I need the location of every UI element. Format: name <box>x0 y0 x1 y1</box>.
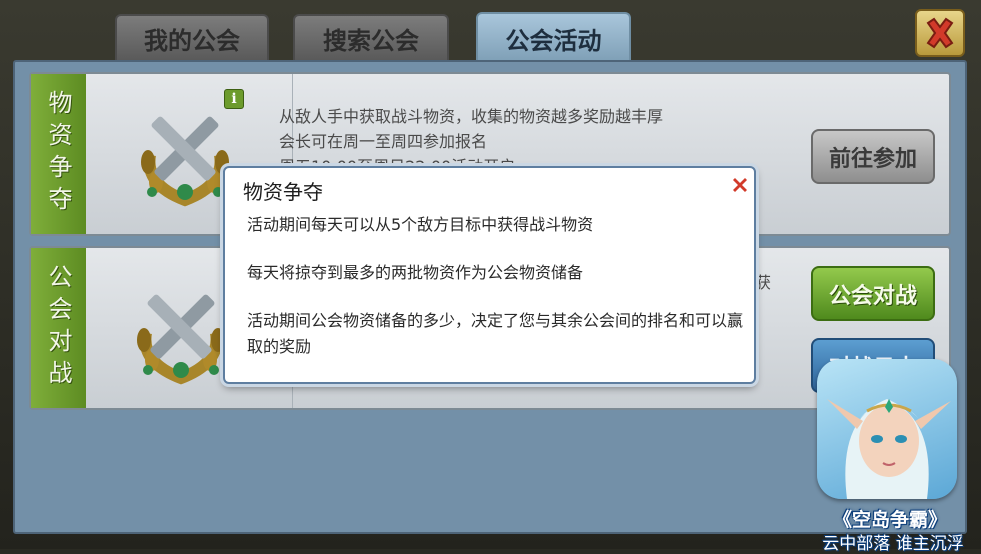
crossed-swords-laurel-icon <box>137 294 225 385</box>
activity-name: 公会对战 <box>44 264 72 392</box>
guild-window: 我的公会 搜索公会 公会活动 物资争夺 从敌人手中获取战斗物资，收集的物资越多奖… <box>0 0 981 554</box>
popup-paragraph: 活动期间每天可以从5个敌方目标中获得战斗物资 <box>247 215 594 234</box>
tab-guild-activities[interactable]: 公会活动 <box>476 12 631 62</box>
popup-title: 物资争夺 <box>243 180 323 204</box>
guild-battle-button[interactable]: 公会对战 <box>811 266 935 321</box>
elf-character-icon <box>817 359 957 499</box>
tab-my-guild[interactable]: 我的公会 <box>115 14 269 60</box>
promo-subtitle: 云中部落 谁主沉浮 <box>822 534 964 554</box>
card-side-label: 物资争夺 <box>31 74 86 234</box>
info-icon[interactable]: i <box>224 89 244 109</box>
activity-info-popup: 物资争夺 活动期间每天可以从5个敌方目标中获得战斗物资 每天将掠夺到最多的两批物… <box>223 166 756 384</box>
game-promo: 《空岛争霸》 云中部落 谁主沉浮 <box>805 355 981 554</box>
activity-name: 物资争夺 <box>44 90 72 218</box>
promo-title: 《空岛争霸》 <box>832 509 947 531</box>
popup-paragraph: 活动期间公会物资储备的多少，决定了您与其余公会间的排名和可以赢取的奖励 <box>247 311 744 356</box>
description-line: 会长可在周一至周四参加报名 <box>279 132 488 151</box>
description-line: 从敌人手中获取战斗物资，收集的物资越多奖励越丰厚 <box>279 107 664 126</box>
close-icon[interactable] <box>731 176 749 194</box>
activity-description: 获 <box>755 270 795 295</box>
popup-paragraph: 每天将掠夺到最多的两批物资作为公会物资储备 <box>247 263 584 282</box>
join-button[interactable]: 前往参加 <box>811 129 935 184</box>
description-line: 获 <box>755 273 772 292</box>
window-close-button[interactable] <box>915 9 965 57</box>
card-side-label: 公会对战 <box>31 248 86 408</box>
tab-search-guild[interactable]: 搜索公会 <box>293 14 449 60</box>
close-icon <box>926 17 954 49</box>
